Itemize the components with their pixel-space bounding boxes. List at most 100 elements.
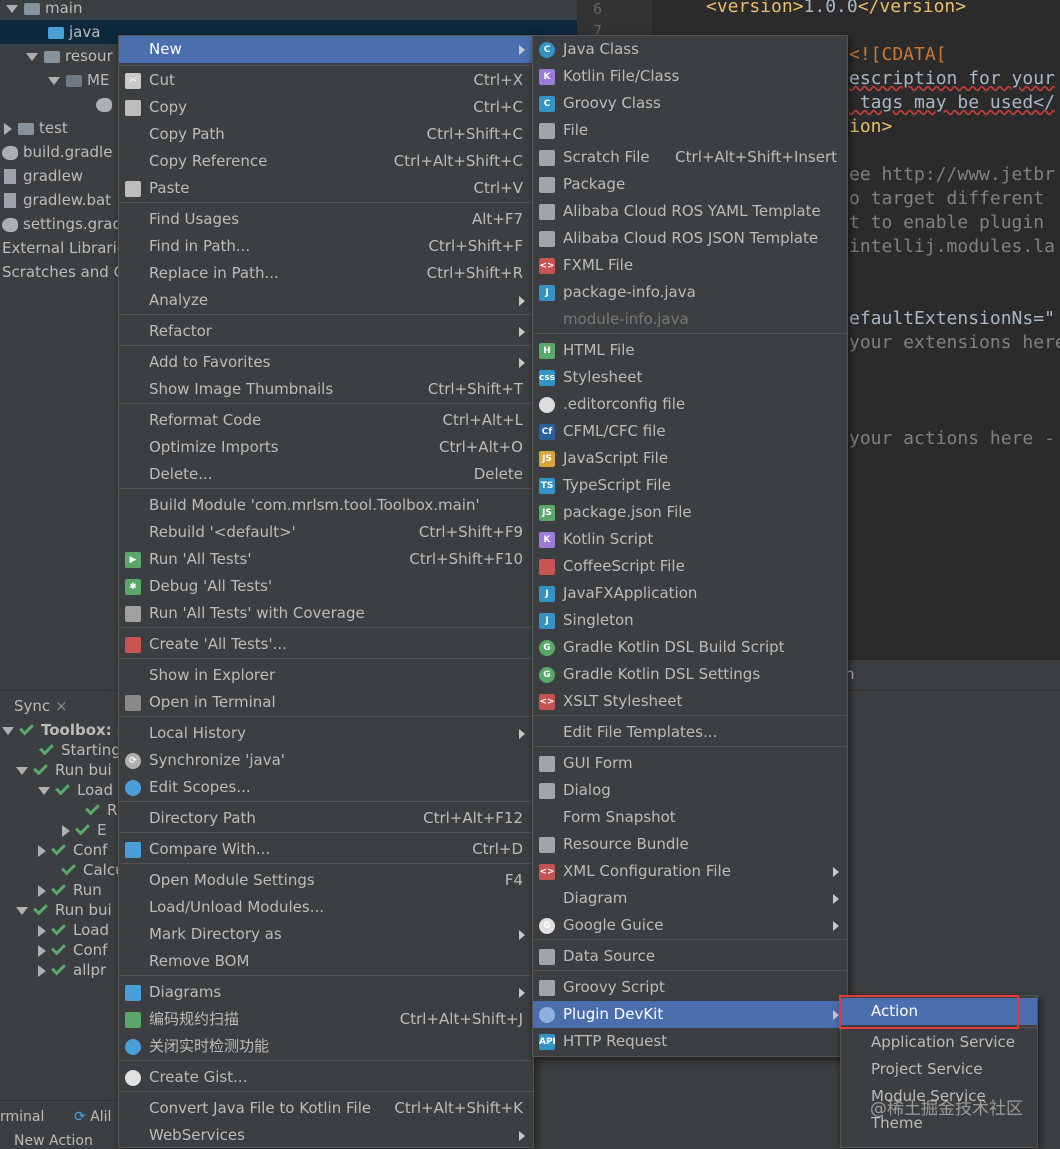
menu-item-fxml-file[interactable]: <> FXML File bbox=[533, 252, 847, 279]
sync-row[interactable]: allpr bbox=[38, 960, 106, 979]
menu-item-typescript-file[interactable]: TS TypeScript File bbox=[533, 472, 847, 499]
menu-item-item[interactable]: 关闭实时检测功能 bbox=[119, 1033, 533, 1060]
sync-row[interactable]: Load bbox=[38, 780, 113, 799]
sync-row[interactable]: Run bui bbox=[16, 900, 112, 919]
menu-item-delete[interactable]: Delete... Delete bbox=[119, 461, 533, 488]
menu-item-load-unload-modules[interactable]: Load/Unload Modules... bbox=[119, 894, 533, 921]
sync-row[interactable]: Starting bbox=[39, 740, 121, 759]
sync-row[interactable]: E bbox=[62, 820, 106, 839]
sync-row[interactable]: Load bbox=[38, 920, 109, 939]
menu-item-analyze[interactable]: Analyze bbox=[119, 287, 533, 314]
menu-item-find-usages[interactable]: Find Usages Alt+F7 bbox=[119, 206, 533, 233]
tab-sync[interactable]: Sync × bbox=[14, 693, 68, 719]
menu-item-webservices[interactable]: WebServices bbox=[119, 1122, 533, 1149]
sync-row[interactable]: Conf bbox=[38, 940, 107, 959]
tree-item-gradlew[interactable]: gradlew bbox=[4, 164, 83, 188]
menu-item-show-in-explorer[interactable]: Show in Explorer bbox=[119, 662, 533, 689]
collapse-arrow-icon[interactable] bbox=[38, 884, 46, 897]
menu-item-package[interactable]: Package bbox=[533, 171, 847, 198]
sync-row[interactable]: Calcu bbox=[61, 860, 125, 879]
menu-item-run-all-tests-with-coverage[interactable]: Run 'All Tests' with Coverage bbox=[119, 600, 533, 627]
close-icon[interactable]: × bbox=[55, 697, 68, 715]
menu-item-java-class[interactable]: C Java Class bbox=[533, 36, 847, 63]
menu-item-dialog[interactable]: Dialog bbox=[533, 777, 847, 804]
menu-item-kotlin-script[interactable]: K Kotlin Script bbox=[533, 526, 847, 553]
menu-item-scratch-file[interactable]: Scratch File Ctrl+Alt+Shift+Insert bbox=[533, 144, 847, 171]
menu-item-cut[interactable]: ✂ Cut Ctrl+X bbox=[119, 67, 533, 94]
menu-item-replace-in-path[interactable]: Replace in Path... Ctrl+Shift+R bbox=[119, 260, 533, 287]
sync-row[interactable]: Toolbox: sy bbox=[2, 720, 136, 739]
tab-alibaba[interactable]: ⟳ Alil bbox=[74, 1109, 111, 1125]
menu-item-project-service[interactable]: Project Service bbox=[841, 1056, 1037, 1083]
tree-item-build-gradle[interactable]: build.gradle bbox=[2, 140, 112, 164]
menu-item-file[interactable]: File bbox=[533, 117, 847, 144]
menu-item-cfml-cfc-file[interactable]: Cf CFML/CFC file bbox=[533, 418, 847, 445]
menu-item-groovy-class[interactable]: C Groovy Class bbox=[533, 90, 847, 117]
menu-item-stylesheet[interactable]: css Stylesheet bbox=[533, 364, 847, 391]
menu-item-form-snapshot[interactable]: Form Snapshot bbox=[533, 804, 847, 831]
collapse-arrow-icon[interactable] bbox=[62, 824, 70, 837]
menu-item-create-gist[interactable]: Create Gist... bbox=[119, 1064, 533, 1091]
menu-item-diagram[interactable]: Diagram bbox=[533, 885, 847, 912]
menu-item-gui-form[interactable]: GUI Form bbox=[533, 750, 847, 777]
menu-item-mark-directory-as[interactable]: Mark Directory as bbox=[119, 921, 533, 948]
collapse-arrow-icon[interactable] bbox=[38, 924, 46, 937]
menu-item-reformat-code[interactable]: Reformat Code Ctrl+Alt+L bbox=[119, 407, 533, 434]
tree-item-external-libraries[interactable]: External Librarie bbox=[2, 236, 126, 260]
menu-item-package-json-file[interactable]: JS package.json File bbox=[533, 499, 847, 526]
menu-item-directory-path[interactable]: Directory Path Ctrl+Alt+F12 bbox=[119, 805, 533, 832]
menu-item-editorconfig-file[interactable]: .editorconfig file bbox=[533, 391, 847, 418]
menu-item-copy[interactable]: Copy Ctrl+C bbox=[119, 94, 533, 121]
menu-item-build-module-com-mrlsm-tool-toolbox-main[interactable]: Build Module 'com.mrlsm.tool.Toolbox.mai… bbox=[119, 492, 533, 519]
menu-item-create-all-tests[interactable]: Create 'All Tests'... bbox=[119, 631, 533, 658]
expand-arrow-icon[interactable] bbox=[6, 4, 18, 13]
menu-item-edit-scopes[interactable]: Edit Scopes... bbox=[119, 774, 533, 801]
menu-item-local-history[interactable]: Local History bbox=[119, 720, 533, 747]
collapse-arrow-icon[interactable] bbox=[4, 122, 12, 135]
tree-item-scratches[interactable]: Scratches and C bbox=[2, 260, 124, 284]
menu-item-http-request[interactable]: API HTTP Request bbox=[533, 1028, 847, 1055]
menu-item-gradle-kotlin-dsl-settings[interactable]: G Gradle Kotlin DSL Settings bbox=[533, 661, 847, 688]
menu-item-synchronize-java[interactable]: ⟳ Synchronize 'java' bbox=[119, 747, 533, 774]
tab-terminal[interactable]: rminal bbox=[0, 1109, 44, 1125]
menu-item-show-image-thumbnails[interactable]: Show Image Thumbnails Ctrl+Shift+T bbox=[119, 376, 533, 403]
sync-row[interactable]: Run bui bbox=[16, 760, 112, 779]
tree-item-settings-gradle[interactable]: settings.grad bbox=[2, 212, 122, 236]
menu-item-resource-bundle[interactable]: Resource Bundle bbox=[533, 831, 847, 858]
expand-arrow-icon[interactable] bbox=[38, 786, 50, 795]
menu-item-gradle-kotlin-dsl-build-script[interactable]: G Gradle Kotlin DSL Build Script bbox=[533, 634, 847, 661]
tree-item-file[interactable] bbox=[96, 92, 117, 116]
menu-item-add-to-favorites[interactable]: Add to Favorites bbox=[119, 349, 533, 376]
expand-arrow-icon[interactable] bbox=[48, 76, 60, 85]
sync-row[interactable]: Run bbox=[38, 880, 102, 899]
menu-item-item[interactable]: 编码规约扫描 Ctrl+Alt+Shift+J bbox=[119, 1006, 533, 1033]
menu-item-debug-all-tests[interactable]: ✱ Debug 'All Tests' bbox=[119, 573, 533, 600]
menu-item-javafxapplication[interactable]: J JavaFXApplication bbox=[533, 580, 847, 607]
menu-item-plugin-devkit[interactable]: Plugin DevKit bbox=[533, 1001, 847, 1028]
expand-arrow-icon[interactable] bbox=[16, 766, 28, 775]
sync-row[interactable]: Conf bbox=[38, 840, 107, 859]
tree-item-main[interactable]: main bbox=[6, 0, 577, 20]
menu-item-open-in-terminal[interactable]: Open in Terminal bbox=[119, 689, 533, 716]
sync-row[interactable]: R bbox=[85, 800, 117, 819]
menu-item-google-guice[interactable]: G Google Guice bbox=[533, 912, 847, 939]
menu-item-singleton[interactable]: J Singleton bbox=[533, 607, 847, 634]
menu-item-copy-reference[interactable]: Copy Reference Ctrl+Alt+Shift+C bbox=[119, 148, 533, 175]
menu-item-new[interactable]: New bbox=[119, 36, 533, 63]
tree-item-resources[interactable]: resour bbox=[26, 44, 113, 68]
menu-item-xslt-stylesheet[interactable]: <> XSLT Stylesheet bbox=[533, 688, 847, 715]
menu-item-convert-java-file-to-kotlin-file[interactable]: Convert Java File to Kotlin File Ctrl+Alt… bbox=[119, 1095, 533, 1122]
menu-item-refactor[interactable]: Refactor bbox=[119, 318, 533, 345]
collapse-arrow-icon[interactable] bbox=[38, 844, 46, 857]
tree-item-meta-inf[interactable]: ME bbox=[48, 68, 109, 92]
menu-item-javascript-file[interactable]: JS JavaScript File bbox=[533, 445, 847, 472]
menu-item-open-module-settings[interactable]: Open Module Settings F4 bbox=[119, 867, 533, 894]
menu-item-optimize-imports[interactable]: Optimize Imports Ctrl+Alt+O bbox=[119, 434, 533, 461]
expand-arrow-icon[interactable] bbox=[2, 726, 14, 735]
menu-item-remove-bom[interactable]: Remove BOM bbox=[119, 948, 533, 975]
menu-item-copy-path[interactable]: Copy Path Ctrl+Shift+C bbox=[119, 121, 533, 148]
tree-item-test[interactable]: test bbox=[4, 116, 68, 140]
menu-item-html-file[interactable]: H HTML File bbox=[533, 337, 847, 364]
menu-item-compare-with[interactable]: Compare With... Ctrl+D bbox=[119, 836, 533, 863]
menu-item-package-info-java[interactable]: Jpackage-info.java bbox=[533, 279, 847, 306]
